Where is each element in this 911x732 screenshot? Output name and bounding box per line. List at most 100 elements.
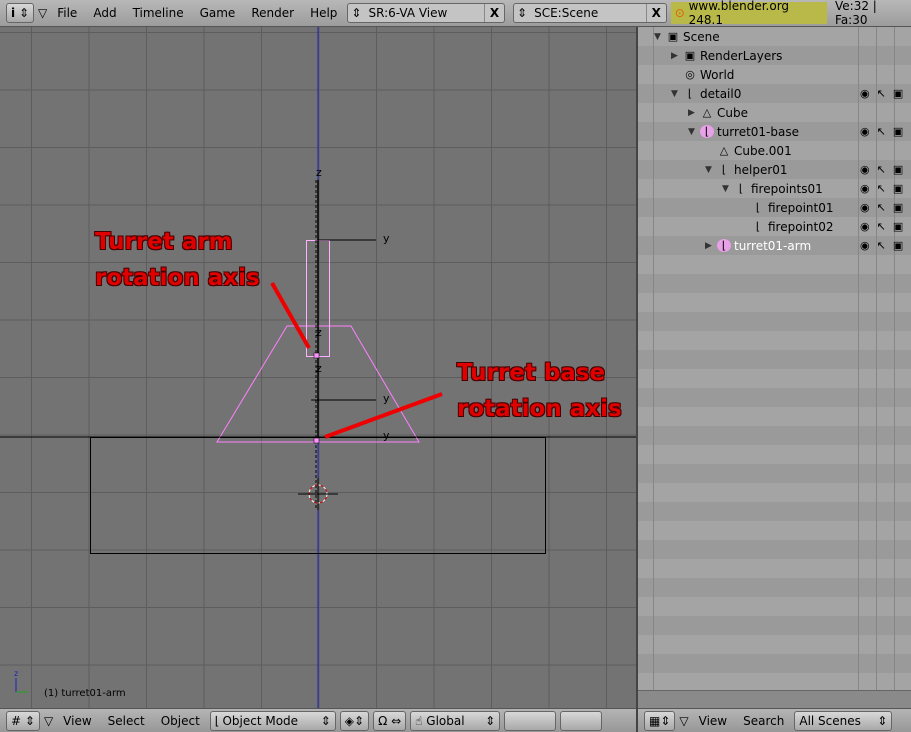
empty-icon: ⌊ (687, 87, 693, 100)
orientation-selector[interactable]: ☝ Global ⇕ (410, 710, 501, 731)
eye-icon[interactable]: ◉ (860, 220, 870, 233)
scene-stats: Ve:32 | Fa:30 (835, 0, 877, 27)
menu-timeline[interactable]: Timeline (127, 6, 190, 20)
3d-view-header: # ⇕ ▽ View Select Object ⌊ Object Mode ⇕ ◈… (0, 708, 636, 732)
menu-render[interactable]: Render (245, 6, 300, 20)
outliner-item-label: detail0 (700, 86, 742, 101)
annotation-base: Turret base rotation axis (457, 360, 622, 422)
render-icon[interactable]: ▣ (893, 182, 903, 195)
renderlayers-icon: ▣ (684, 49, 696, 62)
close-icon[interactable]: X (645, 4, 666, 22)
hand-icon: ☝ (415, 713, 423, 728)
collapse-menu-icon[interactable]: ▽ (44, 714, 53, 728)
eye-icon[interactable]: ◉ (860, 182, 870, 195)
empty-icon: ⌊ (738, 182, 744, 195)
layer-buttons[interactable] (560, 710, 603, 731)
draw-type-button[interactable]: ◈ ⇕ (339, 710, 370, 731)
editor-type-button[interactable]: # ⇕ (6, 710, 40, 731)
expanded-triangle-icon[interactable]: ▼ (671, 89, 683, 99)
editor-type-info-button[interactable]: i ⇕ (6, 3, 34, 23)
outliner-item[interactable]: ▼ ▣ Scene (654, 27, 720, 46)
restriction-flags: ◉ ↖ ▣ (860, 236, 903, 255)
collapsed-triangle-icon[interactable]: ▶ (688, 108, 700, 118)
expanded-triangle-icon[interactable]: ▼ (722, 184, 734, 194)
layer-buttons[interactable] (504, 710, 557, 731)
expanded-triangle-icon[interactable]: ▼ (688, 127, 700, 137)
empty-icon: ⌊ (721, 163, 727, 176)
render-icon[interactable]: ▣ (893, 125, 903, 138)
empty-icon: ⌊ (755, 201, 761, 214)
empty-icon: ⌊ (755, 220, 761, 233)
menu-select[interactable]: Select (102, 714, 151, 728)
restriction-flags: ◉ ↖ ▣ (860, 179, 903, 198)
outliner-item-label: firepoints01 (751, 181, 823, 196)
expanded-triangle-icon[interactable]: ▼ (705, 165, 717, 175)
outliner-item[interactable]: ▼ ⌊ turret01-base (688, 122, 799, 141)
outliner-item[interactable]: ▶ ⌊ turret01-arm (705, 236, 811, 255)
empty-icon: ⌊ (717, 239, 731, 252)
menu-game[interactable]: Game (194, 6, 242, 20)
blender-logo-icon: ⊙ (674, 6, 685, 20)
outliner-item[interactable]: ▼ ⌊ detail0 (671, 84, 741, 103)
collapse-menu-icon[interactable]: ▽ (679, 714, 688, 728)
menu-object[interactable]: Object (155, 714, 206, 728)
menu-file[interactable]: File (51, 6, 83, 20)
outliner-scrollbar[interactable] (638, 690, 911, 708)
outliner-header: ▦ ⇕ ▽ View Search All Scenes ⇕ (638, 708, 911, 732)
restriction-flags: ◉ ↖ ▣ (860, 198, 903, 217)
collapsed-triangle-icon[interactable]: ▶ (671, 51, 683, 61)
mode-selector[interactable]: ⌊ Object Mode ⇕ (209, 710, 336, 731)
editor-type-button[interactable]: ▦ ⇕ (644, 710, 676, 731)
eye-icon[interactable]: ◉ (860, 201, 870, 214)
column-line (653, 27, 654, 690)
eye-icon[interactable]: ◉ (860, 125, 870, 138)
render-icon[interactable]: ▣ (893, 239, 903, 252)
outliner-item[interactable]: ⌊ firepoint02 (739, 217, 834, 236)
axis-label-y: y (383, 232, 390, 245)
outliner-item[interactable]: ▶ △ Cube (688, 103, 748, 122)
render-icon[interactable]: ▣ (893, 163, 903, 176)
outliner-item[interactable]: ▼ ⌊ firepoints01 (722, 179, 823, 198)
menu-view[interactable]: View (693, 714, 733, 728)
collapsed-triangle-icon[interactable]: ▶ (705, 241, 717, 251)
expanded-triangle-icon[interactable]: ▼ (654, 32, 666, 42)
render-icon[interactable]: ▣ (893, 220, 903, 233)
cursor-icon[interactable]: ↖ (877, 239, 886, 252)
outliner-item[interactable]: ▶ ▣ RenderLayers (671, 46, 782, 65)
outliner[interactable]: ▼ ▣ Scene ▶ ▣ RenderLayers ◎ World ▼ ⌊ detail0 ◉ ↖ ▣ ▶… (638, 27, 911, 708)
cursor-icon[interactable]: ↖ (877, 163, 886, 176)
cursor-icon[interactable]: ↖ (877, 201, 886, 214)
collapse-menu-icon[interactable]: ▽ (38, 6, 47, 20)
cursor-icon[interactable]: ↖ (877, 125, 886, 138)
outliner-item[interactable]: △ Cube.001 (705, 141, 792, 160)
eye-icon[interactable]: ◉ (860, 239, 870, 252)
cursor-icon[interactable]: ↖ (877, 87, 886, 100)
screen-selector[interactable]: ⇕ SR:6-VA View X (347, 3, 506, 23)
outliner-item-label: turret01-arm (734, 238, 812, 253)
menu-add[interactable]: Add (87, 6, 122, 20)
active-object-label: (1) turret01-arm (44, 688, 126, 699)
eye-icon[interactable]: ◉ (860, 163, 870, 176)
menu-view[interactable]: View (57, 714, 97, 728)
scene-selector[interactable]: ⇕ SCE:Scene X (513, 3, 667, 23)
axis-label-z: z (316, 326, 322, 339)
restriction-flags: ◉ ↖ ▣ (860, 122, 903, 141)
outliner-item-label: firepoint01 (768, 200, 834, 215)
scene-icon: ▣ (667, 30, 679, 43)
menu-search[interactable]: Search (737, 714, 790, 728)
cursor-icon[interactable]: ↖ (877, 182, 886, 195)
outliner-item[interactable]: ◎ World (671, 65, 734, 84)
outliner-item[interactable]: ▼ ⌊ helper01 (705, 160, 788, 179)
eye-icon[interactable]: ◉ (860, 87, 870, 100)
render-icon[interactable]: ▣ (893, 87, 903, 100)
3d-viewport[interactable]: z z z y y y z Turret arm rotation axis T (0, 27, 636, 708)
cursor-icon[interactable]: ↖ (877, 220, 886, 233)
outliner-item[interactable]: ⌊ firepoint01 (739, 198, 834, 217)
render-icon[interactable]: ▣ (893, 201, 903, 214)
scene-filter-selector[interactable]: All Scenes ⇕ (794, 710, 893, 731)
menu-help[interactable]: Help (304, 6, 343, 20)
pivot-button[interactable]: Ω ⇔ (373, 710, 407, 731)
close-icon[interactable]: X (484, 4, 504, 22)
axis-widget-icon: z (14, 669, 28, 693)
outliner-item-label: World (700, 67, 735, 82)
